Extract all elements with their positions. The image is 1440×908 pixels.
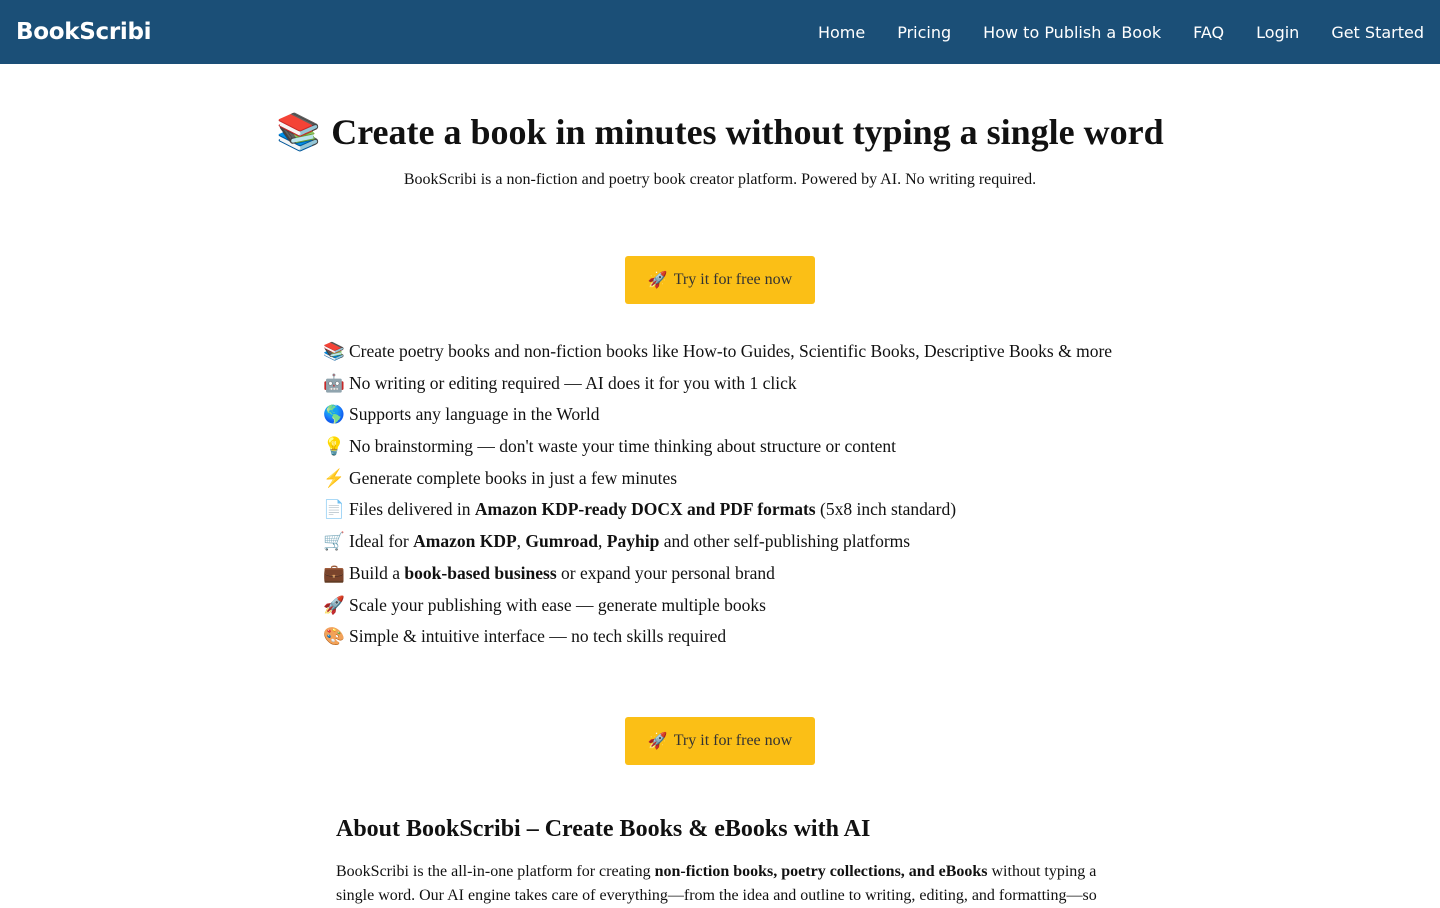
feature-item: ⚡ Generate complete books in just a few m… bbox=[323, 465, 1112, 497]
feature-text: Generate complete books in just a few mi… bbox=[349, 467, 678, 488]
feature-text: Ideal for bbox=[349, 531, 414, 552]
feature-highlight: Payhip bbox=[606, 531, 660, 552]
try-free-button-label: Try it for free now bbox=[673, 732, 793, 749]
nav-link-pricing[interactable]: Pricing bbox=[897, 23, 951, 42]
briefcase-icon: 💼 bbox=[323, 562, 345, 583]
try-free-button-top[interactable]: 🚀 Try it for free now bbox=[625, 256, 815, 304]
rocket-icon: 🚀 bbox=[647, 733, 668, 750]
feature-item: 💡 No brainstorming — don't waste your tim… bbox=[323, 433, 1112, 465]
feature-text: No brainstorming — don't waste your time… bbox=[349, 436, 897, 457]
feature-highlight: Amazon KDP-ready DOCX and PDF formats bbox=[474, 499, 816, 520]
feature-text: Create poetry books and non-fiction book… bbox=[349, 341, 1113, 361]
books-icon: 📚 bbox=[323, 341, 345, 361]
hero-subtitle: BookScribi is a non-fiction and poetry b… bbox=[403, 171, 1037, 188]
about-text-segment: BookScribi is the all-in-one platform fo… bbox=[336, 863, 655, 880]
feature-item: 💼 Build a book-based business or expand y… bbox=[323, 560, 1112, 592]
about-text: BookScribi is the all-in-one platform fo… bbox=[336, 860, 1106, 908]
feature-text: No writing or editing required — AI does… bbox=[349, 372, 797, 393]
feature-text: Files delivered in bbox=[349, 499, 475, 520]
feature-text: or expand your personal brand bbox=[556, 562, 775, 583]
feature-item: 🛒 Ideal for Amazon KDP, Gumroad, Payhip a… bbox=[323, 528, 1112, 560]
feature-highlight: Gumroad bbox=[525, 531, 599, 552]
feature-list: 📚 Create poetry books and non-fiction boo… bbox=[323, 338, 1112, 655]
rocket-icon: 🚀 bbox=[647, 272, 668, 289]
hero-title: 📚 Create a book in minutes without typing… bbox=[0, 108, 1440, 156]
feature-text: Scale your publishing with ease — genera… bbox=[349, 594, 766, 615]
top-navbar: BookScribi Home Pricing How to Publish a… bbox=[0, 0, 1440, 64]
about-title: About BookScribi – Create Books & eBooks… bbox=[336, 816, 871, 842]
books-icon: 📚 bbox=[276, 112, 322, 152]
feature-text: Supports any language in the World bbox=[349, 404, 600, 425]
feature-text: and other self-publishing platforms bbox=[659, 531, 911, 552]
robot-icon: 🤖 bbox=[323, 372, 345, 393]
palette-icon: 🎨 bbox=[323, 626, 345, 647]
feature-item: 🎨 Simple & intuitive interface — no tech … bbox=[323, 623, 1112, 655]
document-icon: 📄 bbox=[323, 499, 345, 520]
try-free-button-label: Try it for free now bbox=[673, 271, 793, 288]
globe-icon: 🌎 bbox=[323, 404, 345, 425]
brand-logo[interactable]: BookScribi bbox=[16, 19, 152, 45]
nav-link-home[interactable]: Home bbox=[818, 23, 865, 42]
nav-link-get-started[interactable]: Get Started bbox=[1331, 23, 1424, 42]
feature-text: Build a bbox=[349, 562, 405, 583]
nav-link-how-to-publish[interactable]: How to Publish a Book bbox=[983, 23, 1161, 42]
nav-links: Home Pricing How to Publish a Book FAQ L… bbox=[786, 23, 1424, 42]
lightbulb-icon: 💡 bbox=[323, 436, 345, 457]
rocket-icon: 🚀 bbox=[323, 594, 345, 615]
feature-item: 🚀 Scale your publishing with ease — gener… bbox=[323, 592, 1112, 624]
try-free-button-bottom[interactable]: 🚀 Try it for free now bbox=[625, 717, 815, 765]
feature-text: (5x8 inch standard) bbox=[815, 499, 957, 520]
cart-icon: 🛒 bbox=[323, 531, 345, 552]
feature-item: 📄 Files delivered in Amazon KDP-ready DOC… bbox=[323, 496, 1112, 528]
lightning-icon: ⚡ bbox=[323, 467, 345, 488]
about-highlight: non-fiction books, poetry collections, a… bbox=[654, 863, 988, 880]
hero-title-text: Create a book in minutes without typing … bbox=[331, 112, 1164, 152]
feature-item: 📚 Create poetry books and non-fiction boo… bbox=[323, 338, 1112, 370]
nav-link-login[interactable]: Login bbox=[1256, 23, 1299, 42]
feature-text: Simple & intuitive interface — no tech s… bbox=[349, 626, 727, 647]
feature-highlight: Amazon KDP bbox=[413, 531, 517, 552]
nav-link-faq[interactable]: FAQ bbox=[1193, 23, 1224, 42]
feature-item: 🌎 Supports any language in the World bbox=[323, 401, 1112, 433]
feature-text: , bbox=[598, 531, 607, 552]
feature-highlight: book-based business bbox=[404, 562, 557, 583]
feature-item: 🤖 No writing or editing required — AI doe… bbox=[323, 370, 1112, 402]
